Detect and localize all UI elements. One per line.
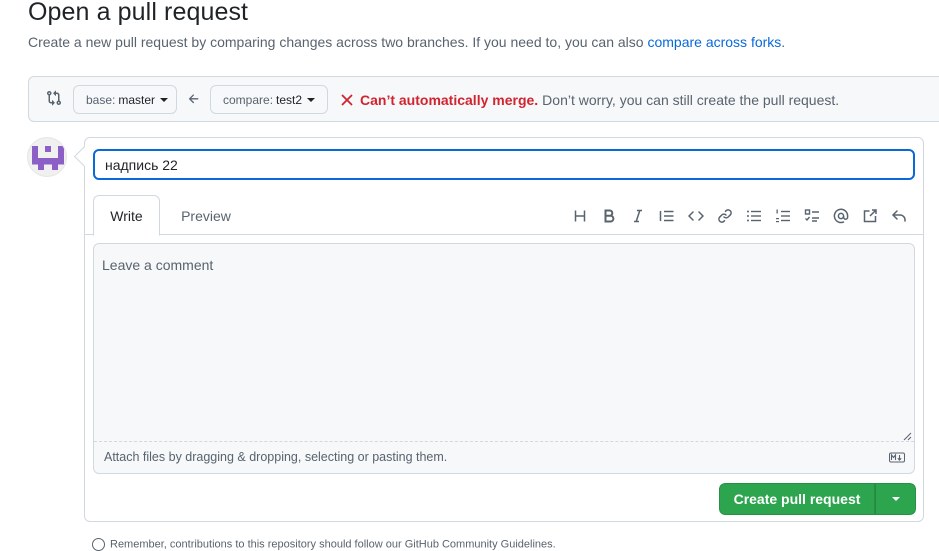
comment-textarea[interactable] (94, 244, 914, 442)
compare-branch-name: test2 (276, 92, 303, 107)
comment-editor: Attach files by dragging & dropping, sel… (93, 243, 915, 474)
merge-status: Can’t automatically merge. Don’t worry, … (341, 92, 839, 108)
unordered-list-icon[interactable] (739, 207, 768, 225)
base-label: base: (86, 92, 116, 107)
compare-branch-select[interactable]: compare: test2 (210, 85, 328, 114)
file-attachment-bar[interactable]: Attach files by dragging & dropping, sel… (94, 441, 914, 473)
git-compare-icon (47, 90, 62, 106)
page-subtitle: Create a new pull request by comparing c… (28, 34, 785, 50)
chevron-down-icon (891, 497, 900, 501)
pull-request-form: Write Preview (84, 137, 924, 522)
cross-reference-icon[interactable] (855, 207, 884, 225)
subtitle-suffix: . (781, 34, 786, 50)
create-pull-request-button[interactable]: Create pull request (719, 483, 875, 515)
identicon (32, 142, 64, 174)
attach-files-text: Attach files by dragging & dropping, sel… (104, 450, 448, 464)
base-branch-select[interactable]: base: master (73, 85, 177, 114)
merge-status-strong: Can’t automatically merge. (360, 92, 539, 108)
resize-handle-icon[interactable] (903, 432, 912, 441)
editor-tabs: Write Preview (85, 195, 923, 236)
link-icon[interactable] (710, 207, 739, 225)
bold-icon[interactable] (594, 207, 623, 225)
chevron-down-icon (160, 97, 169, 102)
tab-write[interactable]: Write (93, 195, 160, 236)
compare-label: compare: (223, 92, 274, 107)
arrow-left-icon (188, 94, 199, 104)
base-branch-name: master (118, 92, 156, 107)
reply-icon[interactable] (884, 207, 913, 225)
create-options-dropdown[interactable] (875, 483, 916, 515)
quote-icon[interactable] (652, 207, 681, 225)
footer-text: Remember, contributions to this reposito… (110, 538, 556, 551)
create-pull-request-button-group: Create pull request (719, 483, 916, 515)
italic-icon[interactable] (623, 207, 652, 225)
merge-status-text: Don’t worry, you can still create the pu… (542, 92, 840, 108)
markdown-toolbar (565, 207, 913, 225)
ordered-list-icon[interactable] (768, 207, 797, 225)
chevron-down-icon (307, 97, 316, 102)
page-title: Open a pull request (28, 0, 249, 26)
avatar (27, 137, 67, 177)
task-list-icon[interactable] (797, 207, 826, 225)
tab-preview[interactable]: Preview (171, 195, 241, 236)
mention-icon[interactable] (826, 207, 855, 225)
subtitle-text: Create a new pull request by comparing c… (28, 34, 648, 50)
compare-across-forks-link[interactable]: compare across forks (647, 34, 781, 50)
code-icon[interactable] (681, 207, 710, 225)
markdown-icon[interactable] (889, 452, 905, 463)
x-icon (341, 94, 353, 106)
range-editor: base: master compare: test2 Can’t automa… (28, 76, 939, 122)
pr-title-input[interactable] (93, 149, 915, 180)
heading-icon[interactable] (565, 207, 594, 225)
